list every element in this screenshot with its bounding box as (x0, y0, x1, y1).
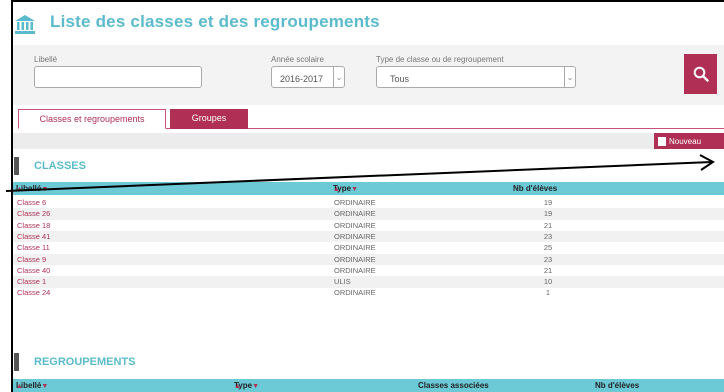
class-type: ORDINAIRE (334, 265, 376, 275)
sort-type-header[interactable]: ▲ Type ▼ (234, 381, 259, 390)
sort-up-icon[interactable]: ▲ (333, 186, 340, 193)
tab-groupes[interactable]: Groupes (170, 109, 248, 129)
bank-icon (15, 15, 35, 34)
class-name-link[interactable]: Classe 26 (17, 209, 50, 218)
table-row: Classe 9 ORDINAIRE 23 (13, 253, 724, 265)
libelle-label: Libellé (34, 55, 58, 64)
annee-label: Année scolaire (271, 55, 324, 64)
class-count: 21 (543, 220, 553, 230)
page-title: Liste des classes et des regroupements (50, 12, 380, 31)
classes-title: CLASSES (34, 160, 86, 172)
classes-table-header: ▲ Libellé ▼ ▲ Type ▼ Nb d'élèves (13, 182, 724, 195)
classes-section-header: CLASSES (13, 157, 724, 175)
search-button[interactable] (684, 54, 717, 94)
type-value: Tous (390, 74, 410, 84)
sort-down-icon[interactable]: ▼ (41, 186, 48, 193)
col-classes-label: Classes associées (418, 381, 489, 390)
class-name-link[interactable]: Classe 6 (17, 198, 46, 207)
class-count: 1 (545, 288, 551, 298)
class-count: 25 (543, 243, 553, 253)
table-row: Classe 41 ORDINAIRE 23 (13, 230, 724, 243)
table-row: Classe 40 ORDINAIRE 21 (13, 265, 724, 277)
action-bar (13, 133, 724, 149)
class-name-link[interactable]: Classe 9 (17, 255, 46, 264)
new-button[interactable]: Nouveau (654, 133, 724, 149)
annee-value: 2016-2017 (280, 74, 324, 84)
class-type: ORDINAIRE (334, 198, 376, 207)
class-name-link[interactable]: Classe 24 (17, 288, 50, 297)
class-type: ORDINAIRE (334, 254, 376, 264)
document-icon (658, 136, 666, 146)
title-bar: Liste des classes et des regroupements (13, 8, 724, 38)
type-label: Type de classe ou de regroupement (376, 55, 504, 64)
class-name-link[interactable]: Classe 1 (17, 277, 46, 286)
sort-up-icon[interactable]: ▲ (16, 383, 23, 390)
class-name-link[interactable]: Classe 18 (17, 221, 50, 230)
table-row: Classe 11 ORDINAIRE 25 (13, 242, 724, 254)
tab-classes-regroupements[interactable]: Classes et regroupements (18, 109, 166, 129)
class-name-link[interactable]: Classe 41 (17, 232, 50, 241)
search-icon (693, 66, 709, 82)
regroupements-title: REGROUPEMENTS (34, 356, 136, 368)
sort-down-icon[interactable]: ▼ (252, 383, 259, 390)
regroupements-table-header: ▲ Libellé ▼ ▲ Type ▼ Classes associées N… (13, 379, 724, 392)
sort-down-icon[interactable]: ▼ (351, 186, 358, 193)
class-type: ORDINAIRE (334, 243, 376, 253)
sort-down-icon[interactable]: ▼ (41, 383, 48, 390)
class-count: 23 (543, 254, 553, 264)
app-window: Liste des classes et des regroupements L… (11, 0, 724, 392)
col-nb-label: Nb d'élèves (513, 184, 558, 193)
class-count: 19 (543, 209, 553, 219)
class-type: ULIS (334, 277, 351, 287)
sort-libelle-header[interactable]: ▲ Libellé ▼ (16, 381, 48, 390)
new-button-label: Nouveau (669, 136, 702, 146)
table-row: Classe 24 ORDINAIRE 1 (13, 287, 724, 299)
type-select[interactable]: Tous ⌄ (376, 66, 576, 88)
table-row: Classe 26 ORDINAIRE 19 (13, 208, 724, 220)
regroupements-section-header: REGROUPEMENTS (13, 353, 724, 371)
sort-type-header[interactable]: ▲ Type ▼ (333, 184, 358, 193)
class-name-link[interactable]: Classe 11 (17, 243, 50, 252)
class-count: 10 (543, 277, 553, 287)
class-type: ORDINAIRE (334, 288, 376, 298)
section-marker (14, 157, 19, 175)
class-type: ORDINAIRE (334, 231, 376, 241)
class-type: ORDINAIRE (334, 220, 376, 230)
table-row: Classe 1 ULIS 10 (13, 276, 724, 288)
class-type: ORDINAIRE (334, 209, 376, 219)
class-count: 19 (543, 198, 553, 207)
chevron-down-icon[interactable]: ⌄ (564, 67, 575, 87)
section-marker (14, 353, 19, 371)
libelle-input[interactable] (34, 66, 202, 88)
annee-select[interactable]: 2016-2017 ⌄ (271, 66, 345, 88)
chevron-down-icon[interactable]: ⌄ (333, 67, 344, 87)
table-row: Classe 6 ORDINAIRE 19 (13, 197, 724, 209)
sort-up-icon[interactable]: ▲ (16, 186, 23, 193)
class-name-link[interactable]: Classe 40 (17, 266, 50, 275)
sort-up-icon[interactable]: ▲ (234, 383, 241, 390)
sort-libelle-header[interactable]: ▲ Libellé ▼ (16, 184, 48, 193)
table-row: Classe 18 ORDINAIRE 21 (13, 220, 724, 232)
col-nb-label: Nb d'élèves (595, 381, 640, 390)
class-count: 23 (543, 231, 553, 241)
filter-panel: Libellé Année scolaire 2016-2017 ⌄ Type … (13, 45, 724, 105)
class-count: 21 (543, 265, 553, 275)
